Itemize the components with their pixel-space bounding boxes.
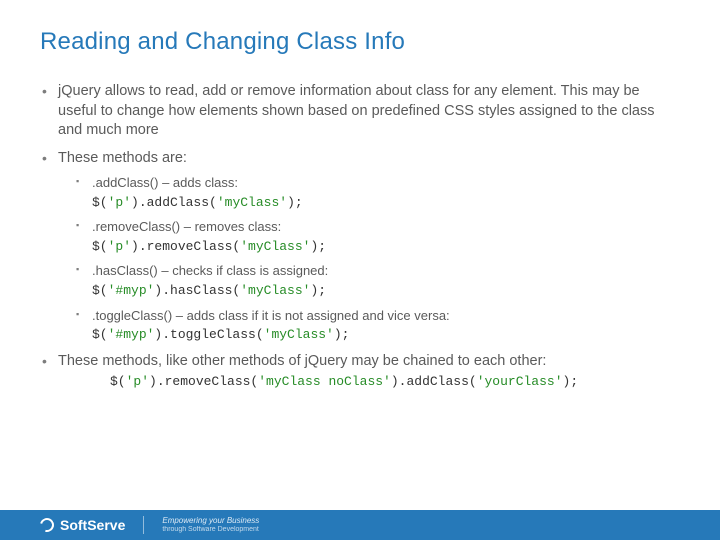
code-sample: $('#myp').toggleClass('myClass'); xyxy=(92,326,680,344)
brand-name: SoftServe xyxy=(60,517,125,533)
method-desc: .hasClass() – checks if class is assigne… xyxy=(92,263,328,278)
bullet-item: jQuery allows to read, add or remove inf… xyxy=(40,82,680,141)
code-sample: $('#myp').hasClass('myClass'); xyxy=(92,282,680,300)
bullet-text: These methods are: xyxy=(58,150,187,166)
code-sample: $('p').addClass('myClass'); xyxy=(92,194,680,212)
footer-tagline: Empowering your Business through Softwar… xyxy=(162,517,259,533)
footer-divider xyxy=(143,516,144,534)
bullet-text: These methods, like other methods of jQu… xyxy=(58,353,546,369)
code-sample: $('p').removeClass('myClass'); xyxy=(92,238,680,256)
method-item: .toggleClass() – adds class if it is not… xyxy=(58,307,680,344)
tagline-line1: Empowering your Business xyxy=(162,517,259,526)
logo-ring-icon xyxy=(37,515,56,534)
bullet-list: jQuery allows to read, add or remove inf… xyxy=(40,82,680,391)
method-desc: .removeClass() – removes class: xyxy=(92,219,281,234)
bullet-item: These methods, like other methods of jQu… xyxy=(40,352,680,391)
code-sample: $('p').removeClass('myClass noClass').ad… xyxy=(110,373,680,391)
method-item: .addClass() – adds class: $('p').addClas… xyxy=(58,174,680,211)
method-list: .addClass() – adds class: $('p').addClas… xyxy=(58,174,680,343)
method-item: .hasClass() – checks if class is assigne… xyxy=(58,262,680,299)
method-desc: .toggleClass() – adds class if it is not… xyxy=(92,308,450,323)
brand-logo: SoftServe xyxy=(40,517,125,533)
bullet-item: These methods are: .addClass() – adds cl… xyxy=(40,149,680,344)
slide-body: Reading and Changing Class Info jQuery a… xyxy=(0,0,720,391)
tagline-line2: through Software Development xyxy=(162,526,259,534)
method-item: .removeClass() – removes class: $('p').r… xyxy=(58,218,680,255)
slide-title: Reading and Changing Class Info xyxy=(40,28,680,56)
method-desc: .addClass() – adds class: xyxy=(92,175,238,190)
slide-footer: SoftServe Empowering your Business throu… xyxy=(0,510,720,540)
